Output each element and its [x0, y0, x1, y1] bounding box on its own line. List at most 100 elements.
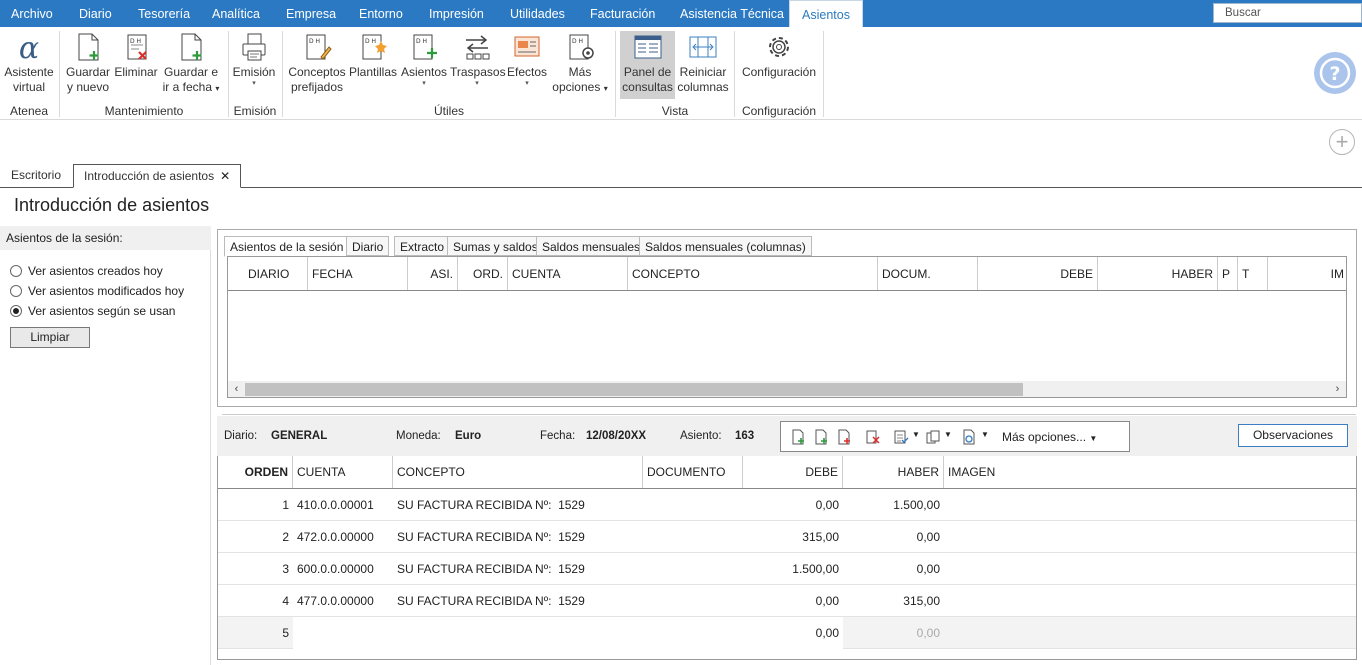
tab-asientos-sesion[interactable]: Asientos de la sesión — [224, 236, 350, 257]
conceptos-prefijados-button[interactable]: D H Conceptos prefijados — [286, 31, 348, 95]
tab-diario[interactable]: Diario — [346, 236, 390, 256]
cell-haber[interactable]: 1.500,00 — [843, 489, 944, 521]
tab-escritorio[interactable]: Escritorio — [1, 164, 71, 188]
menu-analitica[interactable]: Analítica — [212, 0, 260, 27]
configuracion-button[interactable]: Configuración — [740, 31, 818, 80]
emision-button[interactable]: Emisión ▾ — [232, 31, 276, 88]
menu-empresa[interactable]: Empresa — [286, 0, 336, 27]
cell-haber[interactable]: 315,00 — [843, 585, 944, 617]
scroll-right-icon[interactable]: › — [1329, 381, 1346, 397]
radio-created-today[interactable]: Ver asientos creados hoy — [10, 264, 163, 278]
col-p[interactable]: P — [1218, 257, 1238, 291]
cell-debe[interactable]: 0,00 — [743, 617, 843, 649]
cell-cuenta[interactable]: 410.0.0.00001 — [293, 489, 393, 521]
col-asi[interactable]: ASI. — [408, 257, 458, 291]
col-haber[interactable]: HABER — [1098, 257, 1218, 291]
tab-saldos-mensuales[interactable]: Saldos mensuales — [536, 236, 647, 256]
radio-as-used[interactable]: Ver asientos según se usan — [10, 304, 175, 318]
add-tab-icon[interactable]: + — [1329, 129, 1355, 155]
col-cuenta[interactable]: CUENTA — [293, 456, 393, 488]
cell-concepto[interactable] — [393, 617, 643, 649]
cell-concepto[interactable]: SU FACTURA RECIBIDA Nº: 1529 — [393, 489, 643, 521]
col-documento[interactable]: DOCUMENTO — [643, 456, 743, 488]
cell-documento[interactable] — [643, 489, 743, 521]
menu-entorno[interactable]: Entorno — [359, 0, 403, 27]
asientos-button[interactable]: D H Asientos ▾ — [400, 31, 448, 88]
mas-opciones-button[interactable]: D H Más opciones ▾ — [550, 31, 610, 96]
guardar-nuevo-button[interactable]: Guardar y nuevo — [64, 31, 112, 95]
chevron-down-icon[interactable]: ▼ — [912, 430, 920, 439]
col-docum[interactable]: DOCUM. — [878, 257, 978, 291]
menu-tesoreria[interactable]: Tesorería — [138, 0, 190, 27]
table-row[interactable]: 2 472.0.0.00000 SU FACTURA RECIBIDA Nº: … — [218, 521, 1356, 553]
cell-debe[interactable]: 0,00 — [743, 489, 843, 521]
eliminar-button[interactable]: D H Eliminar — [114, 31, 158, 80]
panel-consultas-button[interactable]: Panel de consultas — [620, 31, 675, 99]
cell-haber[interactable]: 0,00 — [843, 617, 944, 649]
copy-lines-icon[interactable] — [925, 429, 941, 445]
cell-debe[interactable]: 1.500,00 — [743, 553, 843, 585]
col-concepto[interactable]: CONCEPTO — [393, 456, 643, 488]
efectos-button[interactable]: Efectos ▾ — [506, 31, 548, 88]
cell-concepto[interactable]: SU FACTURA RECIBIDA Nº: 1529 — [393, 521, 643, 553]
radio-modified-today[interactable]: Ver asientos modificados hoy — [10, 284, 184, 298]
col-haber[interactable]: HABER — [843, 456, 944, 488]
cell-debe[interactable]: 315,00 — [743, 521, 843, 553]
cell-documento[interactable] — [643, 617, 743, 649]
chevron-down-icon[interactable]: ▼ — [944, 430, 952, 439]
menu-asistencia-tecnica[interactable]: Asistencia Técnica — [680, 0, 784, 27]
tab-introduccion-asientos[interactable]: Introducción de asientos ✕ — [73, 164, 242, 188]
cell-documento[interactable] — [643, 553, 743, 585]
chevron-down-icon[interactable]: ▼ — [981, 430, 989, 439]
col-debe[interactable]: DEBE — [978, 257, 1098, 291]
check-list-icon[interactable] — [893, 429, 909, 445]
cell-concepto[interactable]: SU FACTURA RECIBIDA Nº: 1529 — [393, 553, 643, 585]
menu-facturacion[interactable]: Facturación — [590, 0, 655, 27]
asistente-virtual-button[interactable]: α Asistente virtual — [3, 31, 55, 95]
help-icon[interactable]: ? — [1314, 52, 1356, 94]
menu-utilidades[interactable]: Utilidades — [510, 0, 565, 27]
cell-haber[interactable]: 0,00 — [843, 553, 944, 585]
close-icon[interactable]: ✕ — [220, 169, 230, 183]
col-orden[interactable]: ORDEN — [218, 456, 293, 488]
col-diario[interactable]: DIARIO — [228, 257, 308, 291]
col-t[interactable]: T — [1238, 257, 1268, 291]
table-row[interactable]: 4 477.0.0.00000 SU FACTURA RECIBIDA Nº: … — [218, 585, 1356, 617]
search-input[interactable]: Buscar — [1213, 3, 1362, 23]
horizontal-scrollbar[interactable]: ‹ › — [228, 381, 1346, 397]
table-row-new[interactable]: 5 0,00 0,00 — [218, 617, 1356, 649]
col-imagen[interactable]: IM — [1268, 257, 1346, 291]
col-cuenta[interactable]: CUENTA — [508, 257, 628, 291]
menu-impresion[interactable]: Impresión — [429, 0, 484, 27]
cell-cuenta[interactable] — [293, 617, 393, 649]
cell-concepto[interactable]: SU FACTURA RECIBIDA Nº: 1529 — [393, 585, 643, 617]
observaciones-button[interactable]: Observaciones — [1238, 424, 1348, 447]
cell-documento[interactable] — [643, 585, 743, 617]
cell-haber[interactable]: 0,00 — [843, 521, 944, 553]
col-ord[interactable]: ORD. — [458, 257, 508, 291]
cell-debe[interactable]: 0,00 — [743, 585, 843, 617]
menu-archivo[interactable]: Archivo — [11, 0, 53, 27]
insert-line-icon[interactable] — [813, 429, 829, 445]
delete-line-icon[interactable] — [865, 429, 881, 445]
limpiar-button[interactable]: Limpiar — [10, 327, 90, 348]
attach-image-icon[interactable] — [961, 429, 977, 445]
table-row[interactable]: 3 600.0.0.00000 SU FACTURA RECIBIDA Nº: … — [218, 553, 1356, 585]
cell-cuenta[interactable]: 472.0.0.00000 — [293, 521, 393, 553]
traspasos-button[interactable]: Traspasos ▾ — [450, 31, 506, 88]
reiniciar-columnas-button[interactable]: Reiniciar columnas — [677, 31, 729, 95]
menu-asientos[interactable]: Asientos — [789, 0, 863, 28]
cell-documento[interactable] — [643, 521, 743, 553]
scroll-left-icon[interactable]: ‹ — [228, 381, 245, 397]
col-fecha[interactable]: FECHA — [308, 257, 408, 291]
guardar-ir-fecha-button[interactable]: Guardar e ir a fecha ▾ — [162, 31, 220, 96]
scrollbar-thumb[interactable] — [245, 383, 1023, 396]
tab-saldos-mensuales-columnas[interactable]: Saldos mensuales (columnas) — [639, 236, 812, 256]
plantillas-button[interactable]: D H Plantillas — [348, 31, 398, 80]
col-debe[interactable]: DEBE — [743, 456, 843, 488]
cell-cuenta[interactable]: 477.0.0.00000 — [293, 585, 393, 617]
cell-cuenta[interactable]: 600.0.0.00000 — [293, 553, 393, 585]
table-row[interactable]: 1 410.0.0.00001 SU FACTURA RECIBIDA Nº: … — [218, 489, 1356, 521]
tab-extracto[interactable]: Extracto — [394, 236, 451, 256]
col-imagen[interactable]: IMAGEN — [944, 456, 1044, 488]
